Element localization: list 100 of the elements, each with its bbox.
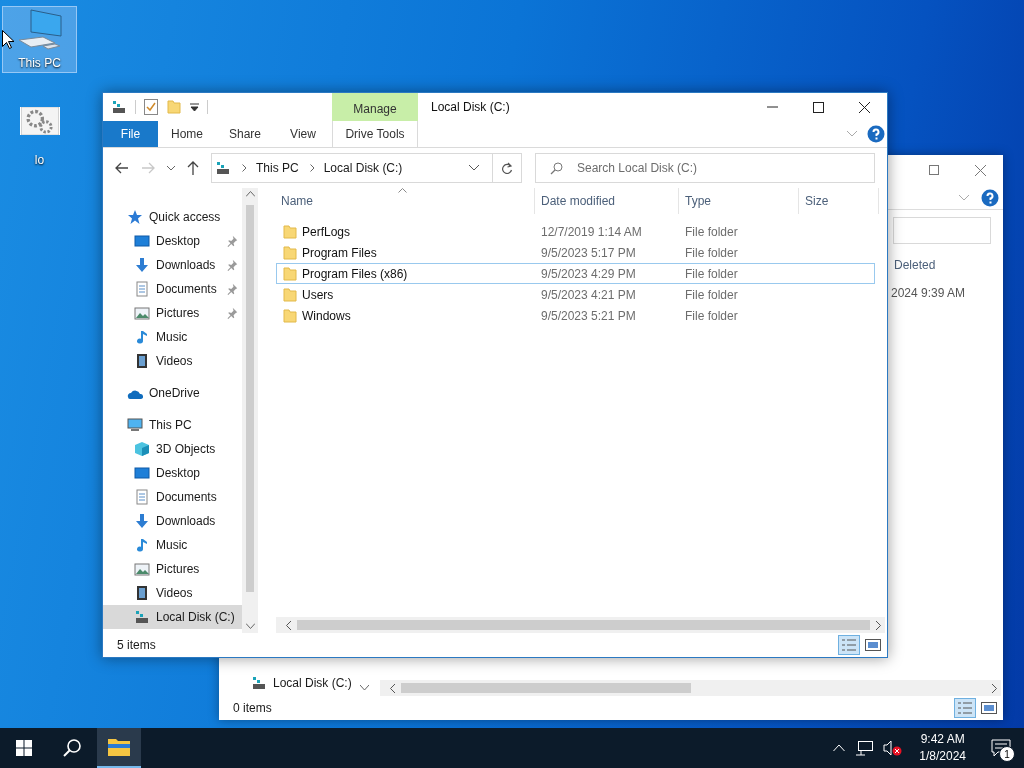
close-icon — [858, 101, 870, 113]
square-icon — [812, 101, 824, 113]
folder-icon — [166, 99, 182, 115]
vertical-scrollbar[interactable] — [242, 188, 258, 633]
minimize-icon — [766, 106, 778, 108]
nav-item[interactable]: Pictures — [103, 301, 242, 325]
table-cell-text: File folder — [684, 308, 739, 323]
properties-icon[interactable] — [144, 99, 158, 115]
chevron-right-icon — [242, 164, 247, 172]
taskbar-app[interactable] — [97, 728, 141, 768]
nav-item[interactable]: Downloads — [103, 509, 242, 533]
nav-item[interactable]: Local Disk (C:) — [219, 671, 374, 694]
drive-icon — [251, 674, 267, 691]
column-header[interactable]: Name — [270, 188, 535, 214]
scroll-left-icon — [390, 683, 396, 693]
scroll-right-icon — [875, 620, 881, 630]
nav-item[interactable]: Desktop — [103, 461, 242, 485]
dropdown-icon[interactable] — [469, 165, 479, 171]
network-icon[interactable] — [855, 740, 874, 756]
picture-icon — [134, 561, 150, 577]
table-cell-text: 9/5/2023 5:21 PM — [540, 308, 637, 323]
nav-item[interactable]: Documents — [103, 277, 242, 301]
column-header[interactable]: Size — [799, 188, 879, 214]
column-header[interactable]: Type — [679, 188, 799, 214]
file-name: PerfLogs — [302, 224, 351, 239]
table-cell-text: 9/5/2023 5:17 PM — [540, 245, 637, 260]
desktop-shortcut[interactable]: lo — [2, 103, 77, 170]
gears-icon — [20, 107, 59, 135]
back-arrow-icon[interactable] — [115, 162, 129, 174]
film-icon — [134, 585, 150, 601]
ribbon-tab[interactable]: Share — [216, 121, 274, 147]
help-icon[interactable] — [867, 125, 885, 143]
music-note-icon — [134, 329, 150, 345]
caret-up-icon[interactable] — [833, 744, 846, 752]
image-icon — [981, 702, 997, 714]
scroll-down-icon[interactable] — [359, 685, 369, 691]
film-icon — [134, 353, 150, 369]
horizontal-scrollbar[interactable] — [380, 680, 1001, 696]
nav-item[interactable]: Music — [103, 325, 242, 349]
nav-item[interactable]: Documents — [103, 485, 242, 509]
folder-icon — [282, 307, 298, 324]
chevron-right-icon — [309, 164, 315, 172]
file-name: Windows — [302, 308, 351, 323]
nav-item[interactable]: Videos — [103, 349, 242, 373]
file-row[interactable]: Program Files (x86) 9/5/2023 4:29 PM File folder — [276, 263, 875, 284]
nav-item[interactable]: Videos — [103, 581, 242, 605]
speaker-icon[interactable] — [883, 740, 904, 756]
nav-item[interactable]: Music — [103, 533, 242, 557]
document-icon — [134, 281, 150, 297]
file-row[interactable]: Windows 9/5/2023 5:21 PM File folder — [276, 305, 875, 326]
nav-item[interactable]: OneDrive — [103, 381, 242, 405]
drive-icon — [134, 609, 150, 625]
search-icon — [550, 161, 563, 175]
file-row[interactable]: Users 9/5/2023 4:21 PM File folder — [276, 284, 875, 305]
file-row[interactable]: Program Files 9/5/2023 5:17 PM File folder — [276, 242, 875, 263]
download-arrow-icon — [134, 257, 150, 273]
nav-item[interactable]: Pictures — [103, 557, 242, 581]
nav-item[interactable]: Downloads — [103, 253, 242, 277]
table-cell: 2024 9:39 AM — [891, 286, 966, 300]
clock[interactable]: 9:42 AM 1/8/2024 — [913, 728, 978, 768]
ribbon-tab[interactable]: Home — [158, 121, 216, 147]
nav-item[interactable]: Desktop — [103, 229, 242, 253]
star-icon — [127, 209, 143, 225]
nav-item[interactable]: Quick access — [103, 205, 242, 229]
nav-item[interactable]: Local Disk (C:) — [103, 605, 242, 629]
search-icon — [62, 738, 82, 758]
column-header[interactable]: Deleted — [894, 258, 936, 272]
breadcrumb[interactable]: Local Disk (C:) — [323, 161, 403, 175]
horizontal-scrollbar[interactable] — [276, 617, 885, 633]
document-icon — [134, 489, 150, 505]
square-icon — [929, 165, 939, 175]
table-cell-text: File folder — [684, 287, 739, 302]
ribbon-tab[interactable]: File — [103, 121, 158, 147]
context-tab-header: Manage — [332, 93, 418, 121]
scroll-up-icon — [245, 191, 255, 197]
nav-item[interactable]: This PC — [103, 413, 242, 437]
ribbon-tab[interactable]: View — [274, 121, 332, 147]
music-note-icon — [134, 537, 150, 553]
table-cell-text: 9/5/2023 4:29 PM — [540, 266, 637, 281]
search-field[interactable]: Search Local Disk (C:) — [535, 153, 875, 183]
refresh-icon — [501, 161, 513, 175]
picture-icon — [134, 305, 150, 321]
address-bar[interactable]: This PC Local Disk (C:) — [211, 153, 522, 183]
help-icon[interactable] — [981, 189, 999, 207]
recent-dropdown-icon[interactable] — [167, 165, 175, 171]
item-count: 0 items — [233, 701, 272, 715]
breadcrumb[interactable]: This PC — [256, 161, 299, 175]
nav-item[interactable]: 3D Objects — [103, 437, 242, 461]
folder-icon — [282, 223, 298, 240]
notifications-button[interactable]: 1 — [978, 728, 1024, 768]
folder-icon — [282, 244, 298, 261]
ribbon-tab[interactable]: Drive Tools — [332, 121, 418, 147]
windows-logo-icon — [16, 740, 32, 756]
cube-icon — [134, 441, 150, 457]
up-arrow-icon[interactable] — [187, 161, 199, 175]
table-cell-text: 9/5/2023 4:21 PM — [540, 287, 637, 302]
column-header[interactable]: Date modified — [535, 188, 679, 214]
search-field[interactable] — [893, 216, 991, 244]
customize-dropdown-icon[interactable] — [190, 103, 199, 111]
file-row[interactable]: PerfLogs 12/7/2019 1:14 AM File folder — [276, 221, 875, 242]
